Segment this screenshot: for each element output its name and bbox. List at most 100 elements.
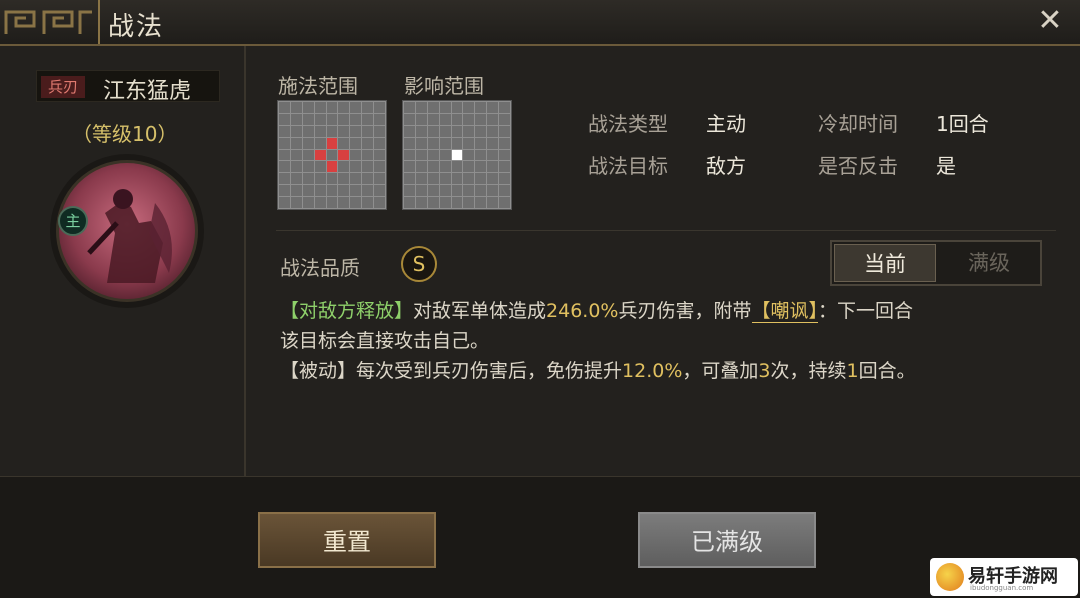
grid-cell	[326, 197, 338, 208]
weapon-tag: 兵刃	[41, 76, 85, 98]
grid-cell	[404, 185, 415, 197]
close-icon[interactable]: ✕	[1034, 6, 1066, 38]
grid-cell	[279, 102, 290, 113]
grid-cell	[362, 102, 374, 113]
grid-cell	[499, 102, 510, 113]
taunt-status-link[interactable]: 【嘲讽】	[751, 300, 819, 323]
grid-cell	[427, 173, 439, 185]
grid-cell	[290, 161, 302, 173]
grid-cell	[439, 125, 451, 137]
grid-cell	[463, 149, 475, 161]
grid-cell	[279, 137, 290, 149]
grid-cell	[463, 197, 475, 208]
grid-cell	[314, 102, 326, 113]
grid-cell	[415, 137, 427, 149]
grid-cell	[302, 149, 314, 161]
grid-cell	[350, 185, 362, 197]
hero-name-box: 兵刃 江东猛虎	[36, 70, 220, 104]
grid-cell	[314, 161, 326, 173]
grid-cell	[338, 161, 350, 173]
main-general-badge: 主	[58, 206, 88, 236]
grid-cell	[314, 149, 326, 161]
description-text: ：下一回合	[818, 300, 914, 322]
grid-cell	[279, 197, 290, 208]
grid-cell	[338, 137, 350, 149]
description-text: 对敌军单体造成	[413, 300, 547, 322]
tab-current[interactable]: 当前	[834, 244, 936, 282]
grid-cell	[451, 113, 463, 125]
grid-cell	[326, 113, 338, 125]
description-text: ，可叠加	[682, 360, 759, 382]
hero-level: （等级10）	[72, 122, 178, 146]
grid-cell	[451, 102, 463, 113]
grid-cell	[475, 149, 487, 161]
quality-grade-badge: S	[401, 246, 437, 282]
site-watermark: 易轩手游网 ibudongguan.com	[930, 558, 1078, 596]
grid-cell	[302, 197, 314, 208]
grid-cell	[499, 197, 510, 208]
grid-cell	[487, 149, 499, 161]
grid-cell	[404, 149, 415, 161]
grid-cell	[415, 149, 427, 161]
grid-cell	[314, 173, 326, 185]
grid-cell	[427, 102, 439, 113]
grid-cell	[302, 125, 314, 137]
grid-cell	[404, 197, 415, 208]
grid-cell	[404, 137, 415, 149]
grid-cell	[290, 113, 302, 125]
grid-cell	[463, 161, 475, 173]
effect-range-label: 影响范围	[404, 74, 484, 98]
grid-cell	[314, 137, 326, 149]
grid-cell	[499, 149, 510, 161]
grid-cell	[451, 197, 463, 208]
max-level-button[interactable]: 已满级	[638, 512, 816, 568]
grid-cell	[499, 173, 510, 185]
grid-cell	[302, 161, 314, 173]
cooldown-label: 冷却时间	[818, 112, 898, 136]
grid-cell	[451, 173, 463, 185]
grid-cell	[290, 137, 302, 149]
grid-cell	[338, 197, 350, 208]
grid-cell	[415, 161, 427, 173]
grid-cell	[439, 185, 451, 197]
grid-cell	[350, 173, 362, 185]
grid-cell	[362, 161, 374, 173]
grid-cell	[463, 185, 475, 197]
grid-cell	[439, 113, 451, 125]
grid-cell	[427, 113, 439, 125]
grid-cell	[487, 113, 499, 125]
grid-cell	[326, 185, 338, 197]
grid-cell	[439, 173, 451, 185]
duration-count: 1	[846, 360, 859, 382]
ornament-icon	[4, 10, 92, 34]
grid-cell	[302, 137, 314, 149]
grid-cell	[314, 185, 326, 197]
grid-cell	[338, 113, 350, 125]
grid-cell	[279, 113, 290, 125]
grid-cell	[338, 173, 350, 185]
skill-target-label: 战法目标	[588, 154, 668, 178]
grid-cell	[475, 102, 487, 113]
grid-cell	[439, 161, 451, 173]
grid-cell	[338, 102, 350, 113]
grid-cell	[350, 137, 362, 149]
tab-max-level[interactable]: 满级	[938, 244, 1040, 282]
grid-cell	[279, 161, 290, 173]
level-tabs: 当前 满级	[830, 240, 1042, 286]
grid-cell	[362, 137, 374, 149]
grid-cell	[427, 137, 439, 149]
grid-cell	[290, 102, 302, 113]
watermark-logo-icon	[936, 563, 964, 591]
grid-cell	[326, 125, 338, 137]
grid-cell	[290, 197, 302, 208]
skill-description: 【对敌方释放】对敌军单体造成246.0%兵刃伤害，附带【嘲讽】：下一回合 该目标…	[280, 296, 1050, 386]
grid-cell	[350, 149, 362, 161]
grid-cell	[302, 185, 314, 197]
description-text: 次，持续	[770, 360, 847, 382]
reset-button[interactable]: 重置	[258, 512, 436, 568]
grid-cell	[374, 185, 385, 197]
grid-cell	[350, 102, 362, 113]
grid-cell	[475, 113, 487, 125]
grid-cell	[475, 197, 487, 208]
skill-type-value: 主动	[706, 112, 746, 136]
